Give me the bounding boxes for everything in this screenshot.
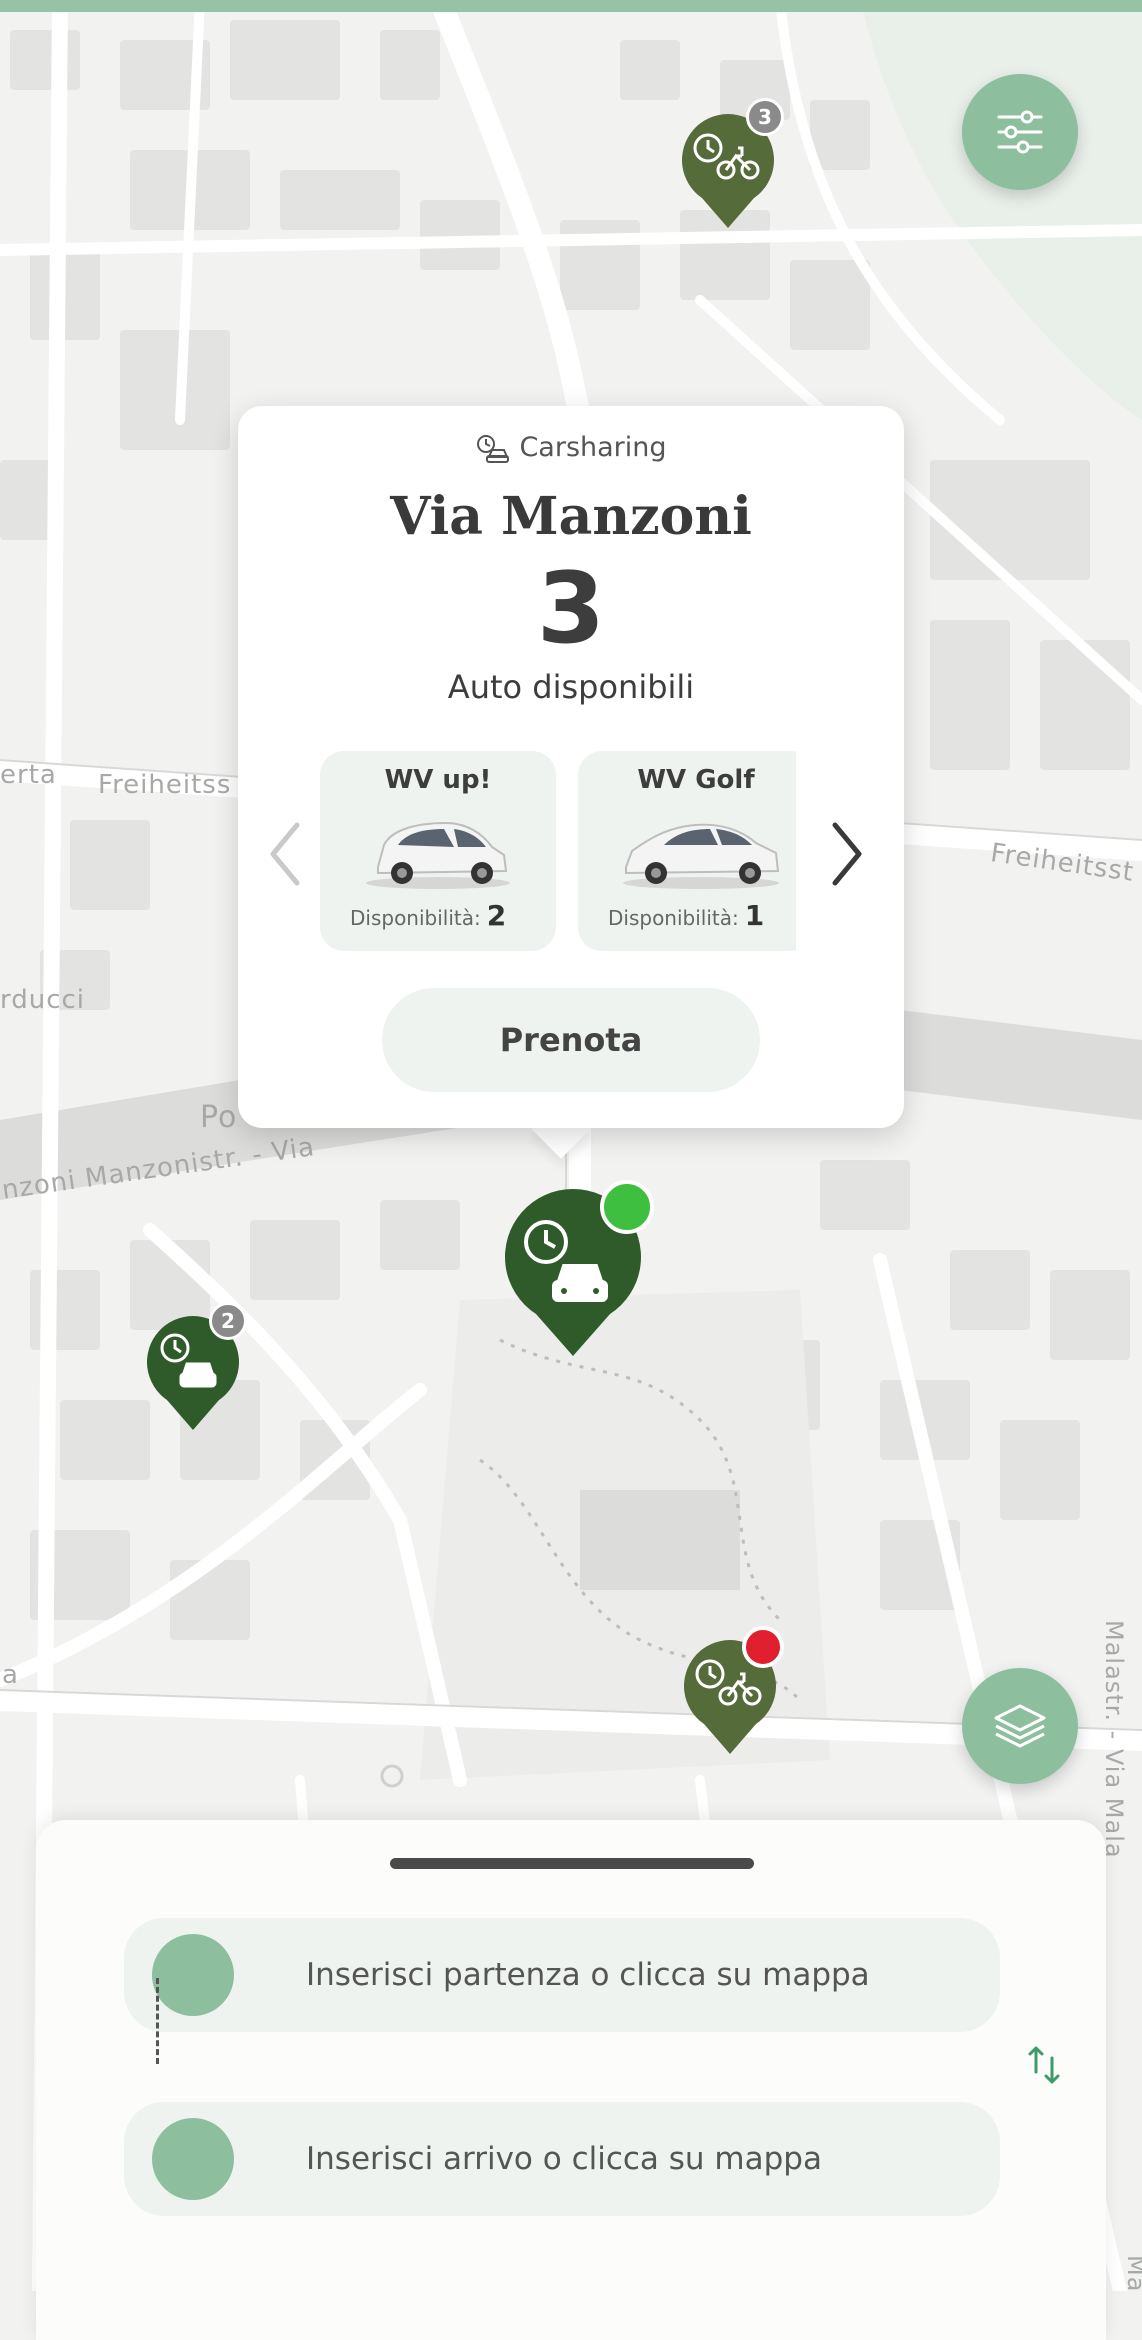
sheet-drag-handle[interactable]: [390, 1858, 754, 1869]
marker-count-badge: 3: [746, 98, 784, 136]
street-label: Malastr. - Via Mala: [1100, 1620, 1128, 1859]
start-location-placeholder: Inserisci partenza o clicca su mappa: [306, 1957, 870, 1993]
swap-locations-button[interactable]: [1014, 2030, 1074, 2100]
carsharing-icon: [477, 434, 510, 463]
street-label: rducci: [0, 985, 86, 1015]
vehicle-availability: Disponibilità: 2: [350, 899, 507, 932]
availability-status-dot: [742, 1626, 784, 1668]
car-image: [623, 823, 780, 889]
available-label: Auto disponibili: [447, 668, 695, 706]
vehicle-card[interactable]: WV Golf Disponibilità: 1: [578, 751, 796, 951]
end-point-icon: [152, 2118, 234, 2200]
vehicle-availability: Disponibilità: 1: [608, 899, 765, 932]
station-popup: Carsharing Via Manzoni 3 Auto disponibil…: [238, 406, 904, 1128]
vehicle-name: WV up!: [384, 765, 492, 795]
vehicle-name: WV Golf: [637, 765, 755, 795]
carousel-prev-button[interactable]: [260, 814, 310, 894]
sliders-icon: [997, 110, 1043, 154]
end-location-placeholder: Inserisci arrivo o clicca su mappa: [306, 2141, 822, 2177]
vehicle-carousel: WV up! Disponibilità: 2 WV Golf Disponib…: [320, 751, 796, 951]
map-layers-button[interactable]: [962, 1668, 1078, 1784]
car-image: [366, 821, 510, 889]
route-bottom-sheet: Inserisci partenza o clicca su mappa Ins…: [36, 1820, 1106, 2340]
vehicle-availability-value: 2: [486, 899, 507, 932]
route-connector-line: [156, 1978, 159, 2064]
carousel-next-button[interactable]: [822, 814, 872, 894]
chevron-right-icon: [832, 822, 862, 886]
bike-sharing-marker[interactable]: [680, 1626, 784, 1756]
station-name: Via Manzoni: [390, 486, 752, 547]
vehicle-availability-value: 1: [744, 899, 765, 932]
top-accent-bar: [0, 0, 1142, 12]
end-location-input[interactable]: Inserisci arrivo o clicca su mappa: [124, 2102, 1000, 2216]
layers-icon: [994, 1704, 1046, 1748]
selected-carsharing-marker[interactable]: [500, 1180, 654, 1358]
street-label: Ma: [1122, 2255, 1142, 2293]
marker-count-badge: 2: [209, 1302, 247, 1340]
vehicle-card[interactable]: WV up! Disponibilità: 2: [320, 751, 556, 951]
filter-button[interactable]: [962, 74, 1078, 190]
street-label: erta: [0, 760, 57, 790]
start-point-icon: [152, 1934, 234, 2016]
book-button[interactable]: Prenota: [382, 988, 760, 1092]
available-count: 3: [536, 552, 606, 666]
popup-service-label: Carsharing: [519, 432, 667, 463]
popup-service: Carsharing: [238, 432, 904, 463]
chevron-left-icon: [270, 822, 300, 886]
street-label: Po: [200, 1100, 238, 1135]
carsharing-marker[interactable]: 2: [143, 1302, 247, 1432]
start-location-input[interactable]: Inserisci partenza o clicca su mappa: [124, 1918, 1000, 2032]
street-label: a: [2, 1660, 19, 1690]
street-label: Freiheitss: [98, 770, 232, 800]
availability-status-dot: [600, 1180, 654, 1234]
bike-sharing-marker[interactable]: 3: [678, 98, 784, 230]
swap-arrows-icon: [1028, 2046, 1060, 2084]
